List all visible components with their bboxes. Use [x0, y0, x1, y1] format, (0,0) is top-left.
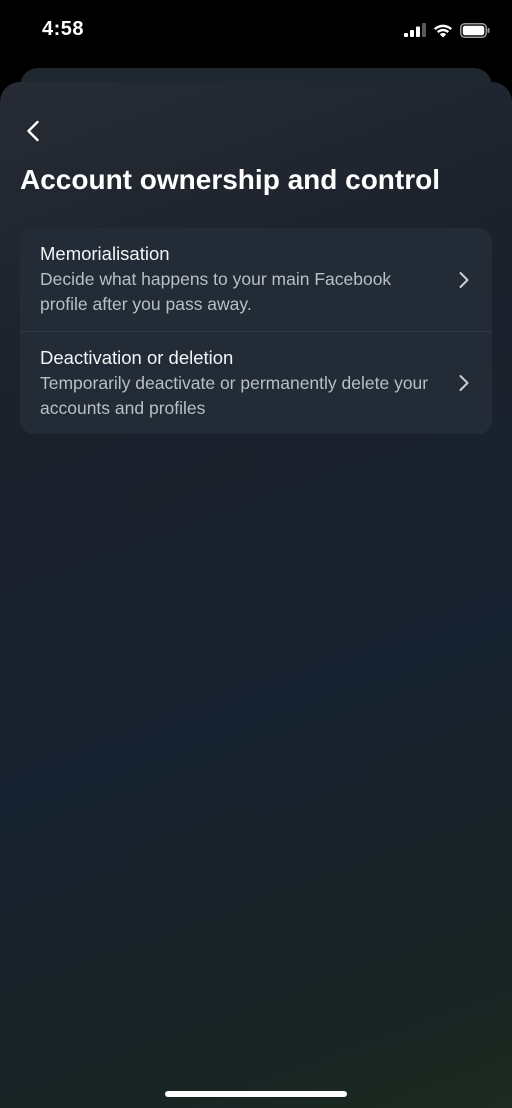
menu-item-description: Temporarily deactivate or permanently de… — [40, 372, 429, 418]
back-button[interactable] — [16, 114, 50, 148]
menu-item-description: Decide what happens to your main Faceboo… — [40, 269, 392, 314]
settings-sheet: Account ownership and control Memorialis… — [0, 82, 512, 1108]
battery-icon — [460, 22, 490, 38]
menu-item-deactivation-deletion[interactable]: Deactivation or deletion Temporarily dea… — [20, 331, 492, 434]
status-bar: 4:58 — [0, 0, 512, 62]
menu-item-title: Memorialisation — [40, 243, 170, 264]
page-title: Account ownership and control — [20, 164, 441, 195]
status-time: 4:58 — [42, 18, 85, 40]
menu-item-title: Deactivation or deletion — [40, 346, 234, 368]
menu-card: Memorialisation Decide what happens to y… — [20, 228, 492, 434]
wifi-icon — [434, 24, 452, 37]
chevron-left-icon — [27, 120, 39, 142]
chevron-right-icon — [459, 375, 469, 391]
chevron-right-icon — [459, 271, 469, 288]
status-icons — [404, 20, 490, 40]
home-indicator[interactable] — [165, 1091, 347, 1097]
cellular-signal-icon — [404, 23, 426, 37]
menu-item-memorialisation[interactable]: Memorialisation Decide what happens to y… — [20, 228, 492, 331]
